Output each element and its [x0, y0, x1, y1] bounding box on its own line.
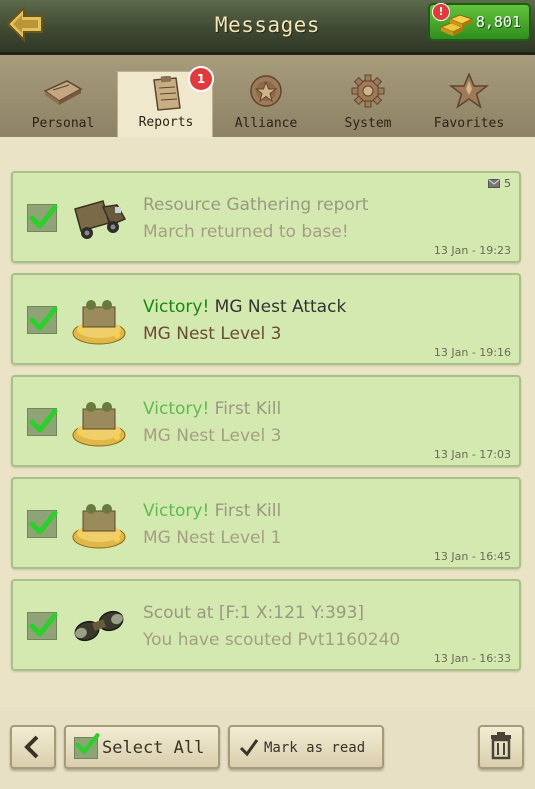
- bunker-loot-icon: [72, 504, 126, 549]
- message-date: 13 Jan - 16:45: [433, 550, 511, 563]
- message-checkbox[interactable]: [27, 612, 58, 640]
- chevron-left-icon: [24, 735, 39, 759]
- message-subtitle: MG Nest Level 3: [143, 324, 282, 344]
- footer-toolbar: Select All Mark as read: [0, 707, 535, 789]
- victory-label: Victory!: [143, 399, 210, 419]
- message-title: Victory! First Kill: [143, 501, 281, 521]
- gold-amount: 8,801: [475, 13, 521, 31]
- bunker-loot-icon: [72, 402, 126, 447]
- reports-unread-badge: 1: [188, 66, 214, 92]
- message-checkbox[interactable]: [27, 510, 58, 538]
- checkmark-icon: [75, 733, 100, 754]
- message-title-text: MG Nest Attack: [209, 297, 347, 317]
- prev-button[interactable]: [10, 725, 56, 769]
- binoculars-icon: [74, 610, 124, 642]
- checkmark-icon: [29, 408, 58, 433]
- alliance-emblem-icon: [250, 75, 282, 107]
- victory-label: Victory!: [143, 297, 210, 317]
- tab-favorites-label: Favorites: [433, 116, 505, 131]
- message-subtitle: You have scouted Pvt1160240: [143, 630, 401, 650]
- header-bar: Messages 8,801 !: [0, 0, 535, 55]
- gold-alert-badge: !: [432, 3, 450, 21]
- tab-system-label: System: [344, 116, 392, 131]
- truck-icon: [74, 200, 127, 239]
- message-item[interactable]: Victory! First Kill MG Nest Level 1 13 J…: [11, 477, 521, 569]
- message-count-value: 5: [504, 177, 511, 190]
- message-checkbox[interactable]: [27, 408, 58, 436]
- trash-icon: [491, 732, 511, 760]
- message-title: Scout at [F:1 X:121 Y:393]: [143, 603, 364, 623]
- message-date: 13 Jan - 16:33: [433, 652, 511, 665]
- delete-button[interactable]: [478, 725, 524, 769]
- message-date: 13 Jan - 17:03: [433, 448, 511, 461]
- envelope-icon: [488, 179, 500, 188]
- tab-personal-label: Personal: [31, 116, 95, 131]
- message-item[interactable]: Resource Gathering report March returned…: [11, 171, 521, 263]
- message-title-text: Resource Gathering report: [143, 195, 369, 215]
- message-title-text: First Kill: [209, 501, 282, 521]
- message-title-text: First Kill: [209, 399, 282, 419]
- bunker-loot-icon: [72, 300, 126, 345]
- gear-icon: [351, 74, 385, 108]
- mark-as-read-button[interactable]: Mark as read: [228, 725, 384, 769]
- tab-bar: Personal Reports 1 Alliance System Favor…: [0, 55, 535, 137]
- select-all-button[interactable]: Select All: [64, 725, 220, 769]
- tab-alliance[interactable]: Alliance: [216, 69, 316, 135]
- message-subtitle: MG Nest Level 1: [143, 528, 282, 548]
- message-item[interactable]: Victory! First Kill MG Nest Level 3 13 J…: [11, 375, 521, 467]
- select-all-checkbox: [74, 733, 100, 759]
- message-title: Victory! MG Nest Attack: [143, 297, 346, 317]
- message-list: Resource Gathering report March returned…: [0, 137, 535, 707]
- checkmark-icon: [29, 612, 58, 637]
- tab-reports[interactable]: Reports 1: [117, 66, 214, 137]
- check-icon: [239, 739, 259, 757]
- tab-personal[interactable]: Personal: [13, 69, 113, 135]
- checkmark-icon: [29, 204, 58, 229]
- message-count: 5: [488, 177, 511, 190]
- clipboard-icon: [153, 76, 181, 111]
- message-title: Resource Gathering report: [143, 195, 368, 215]
- select-all-label: Select All: [102, 738, 205, 758]
- tab-reports-label: Reports: [138, 115, 194, 130]
- gold-balance-button[interactable]: 8,801 !: [428, 3, 531, 41]
- message-checkbox[interactable]: [27, 306, 58, 334]
- checkmark-icon: [29, 510, 58, 535]
- victory-label: Victory!: [143, 501, 210, 521]
- message-subtitle: March returned to base!: [143, 222, 349, 242]
- tab-alliance-label: Alliance: [234, 116, 298, 131]
- mark-as-read-label: Mark as read: [264, 740, 366, 756]
- message-subtitle: MG Nest Level 3: [143, 426, 282, 446]
- tab-system[interactable]: System: [318, 69, 418, 135]
- message-date: 13 Jan - 19:23: [433, 244, 511, 257]
- tab-favorites[interactable]: Favorites: [419, 69, 519, 135]
- folder-icon: [43, 80, 83, 105]
- message-item[interactable]: Victory! MG Nest Attack MG Nest Level 3 …: [11, 273, 521, 365]
- checkmark-icon: [29, 306, 58, 331]
- message-date: 13 Jan - 19:16: [433, 346, 511, 359]
- message-title-text: Scout at [F:1 X:121 Y:393]: [143, 603, 365, 623]
- message-item[interactable]: Scout at [F:1 X:121 Y:393] You have scou…: [11, 579, 521, 671]
- message-title: Victory! First Kill: [143, 399, 281, 419]
- message-checkbox[interactable]: [27, 204, 58, 232]
- star-icon: [449, 73, 489, 109]
